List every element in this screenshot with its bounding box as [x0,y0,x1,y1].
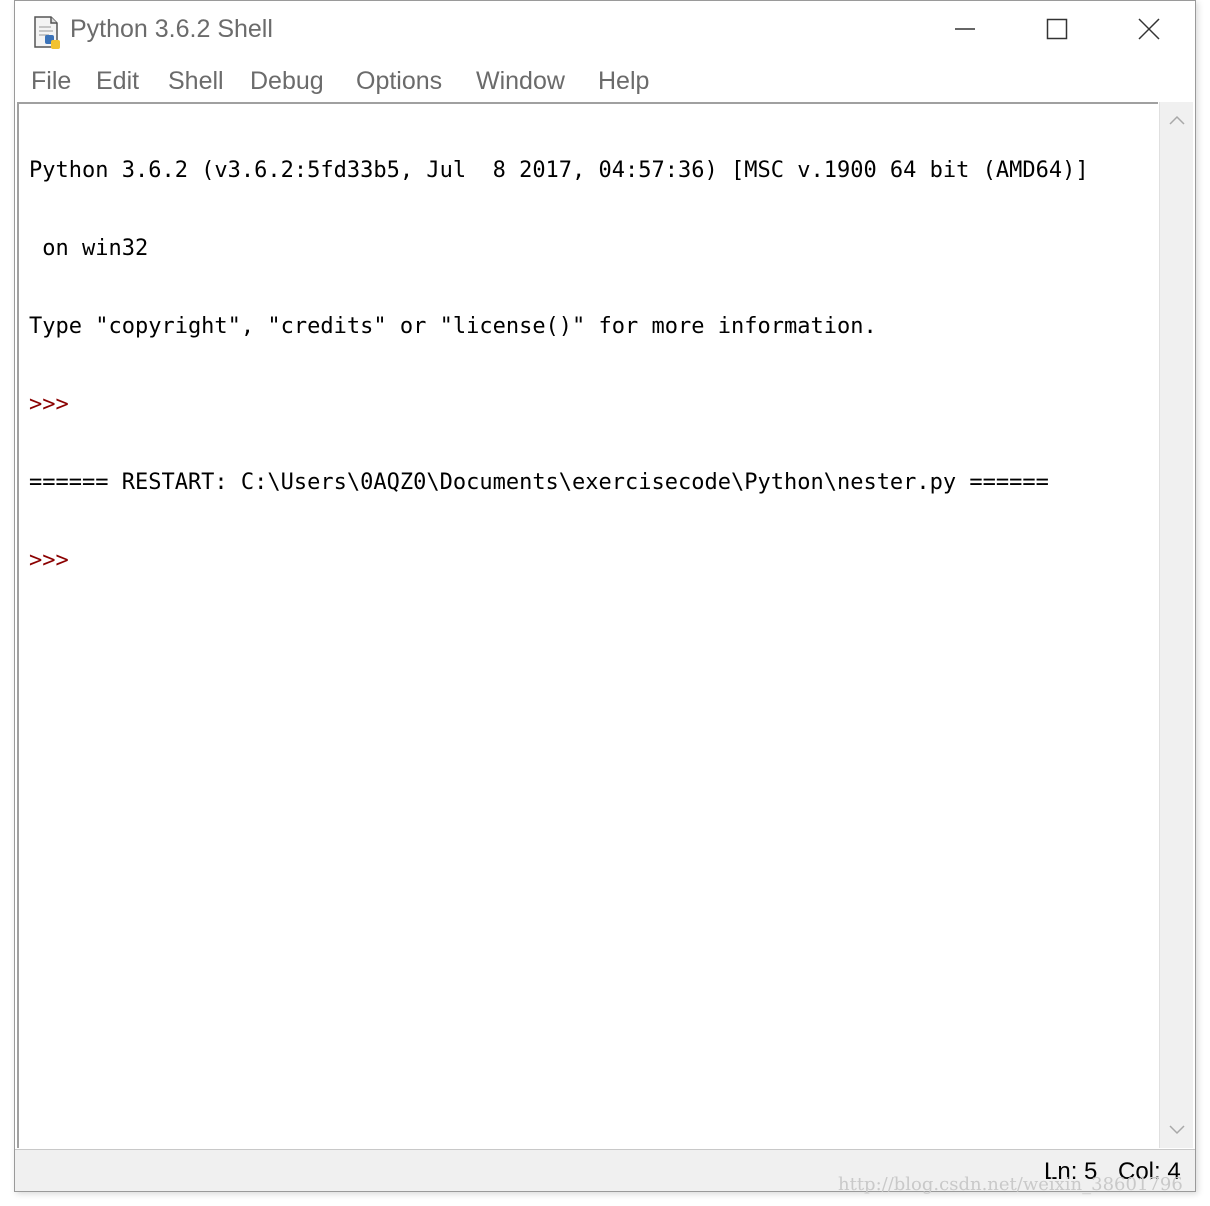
window-title: Python 3.6.2 Shell [70,15,273,43]
python-idle-file-icon [31,15,65,51]
menu-window[interactable]: Window [476,67,565,96]
menu-shell[interactable]: Shell [168,67,224,96]
shell-prompt-current[interactable]: >>> [29,548,1089,574]
menu-help[interactable]: Help [598,67,649,96]
idle-shell-window: Python 3.6.2 Shell File Edit Shell Debug… [14,0,1196,1192]
menu-edit[interactable]: Edit [96,67,139,96]
maximize-button[interactable] [1011,1,1103,61]
watermark-text: http://blog.csdn.net/weixin_38601796 [838,1174,1183,1195]
menu-debug[interactable]: Debug [250,67,324,96]
menu-options[interactable]: Options [356,67,442,96]
shell-line-banner: Python 3.6.2 (v3.6.2:5fd33b5, Jul 8 2017… [29,158,1089,183]
shell-line-restart: ====== RESTART: C:\Users\0AQZ0\Documents… [29,470,1049,495]
shell-output: Python 3.6.2 (v3.6.2:5fd33b5, Jul 8 2017… [29,106,1089,626]
shell-line-platform: on win32 [29,236,149,261]
maximize-icon [1046,18,1068,45]
title-bar[interactable]: Python 3.6.2 Shell [15,1,1195,63]
menu-bar: File Edit Shell Debug Options Window Hel… [15,63,1195,101]
close-button[interactable] [1103,1,1195,61]
menu-file[interactable]: File [31,67,71,96]
minimize-button[interactable] [919,1,1011,61]
shell-prompt: >>> [29,392,82,417]
scroll-down-button[interactable] [1160,1114,1194,1148]
shell-line-info: Type "copyright", "credits" or "license(… [29,314,877,339]
shell-text-area[interactable]: Python 3.6.2 (v3.6.2:5fd33b5, Jul 8 2017… [17,102,1158,1148]
minimize-icon [954,18,976,45]
chevron-down-icon [1169,1122,1185,1140]
scroll-up-button[interactable] [1160,104,1194,138]
chevron-up-icon [1169,112,1185,130]
close-icon [1138,17,1160,45]
vertical-scrollbar[interactable] [1159,102,1193,1148]
